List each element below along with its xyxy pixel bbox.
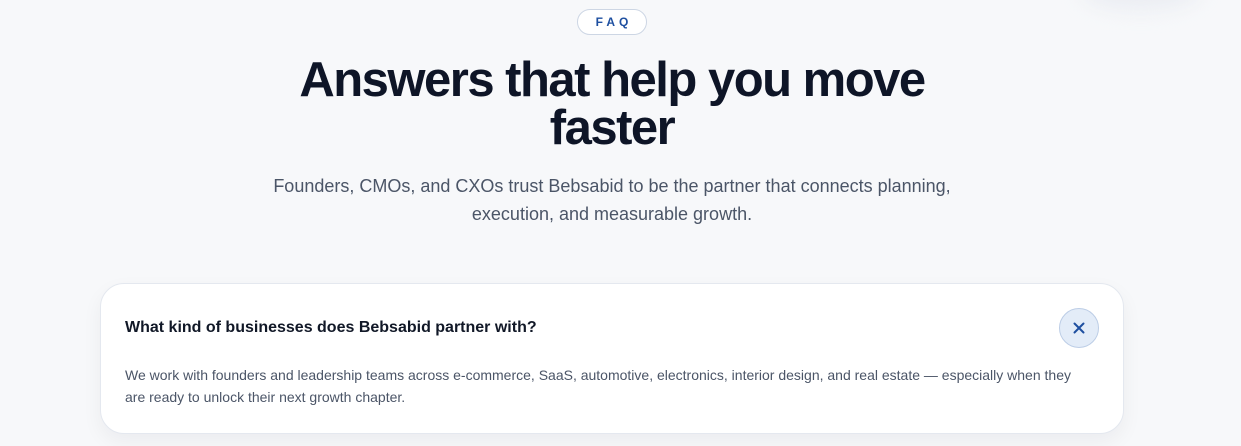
page-title: Answers that help you move faster (299, 53, 926, 155)
background-glow (1081, 0, 1201, 10)
faq-toggle-button[interactable] (1059, 308, 1099, 348)
page-subtitle: Founders, CMOs, and CXOs trust Bebsabid … (273, 176, 951, 224)
faq-section: FAQ Answers that help you move faster Fo… (0, 0, 1241, 446)
faq-item[interactable]: What kind of businesses does Bebsabid pa… (100, 283, 1124, 434)
faq-answer: We work with founders and leadership tea… (125, 367, 1071, 405)
faq-question[interactable]: What kind of businesses does Bebsabid pa… (125, 319, 537, 337)
faq-badge: FAQ (577, 9, 647, 35)
close-icon (1073, 322, 1085, 334)
